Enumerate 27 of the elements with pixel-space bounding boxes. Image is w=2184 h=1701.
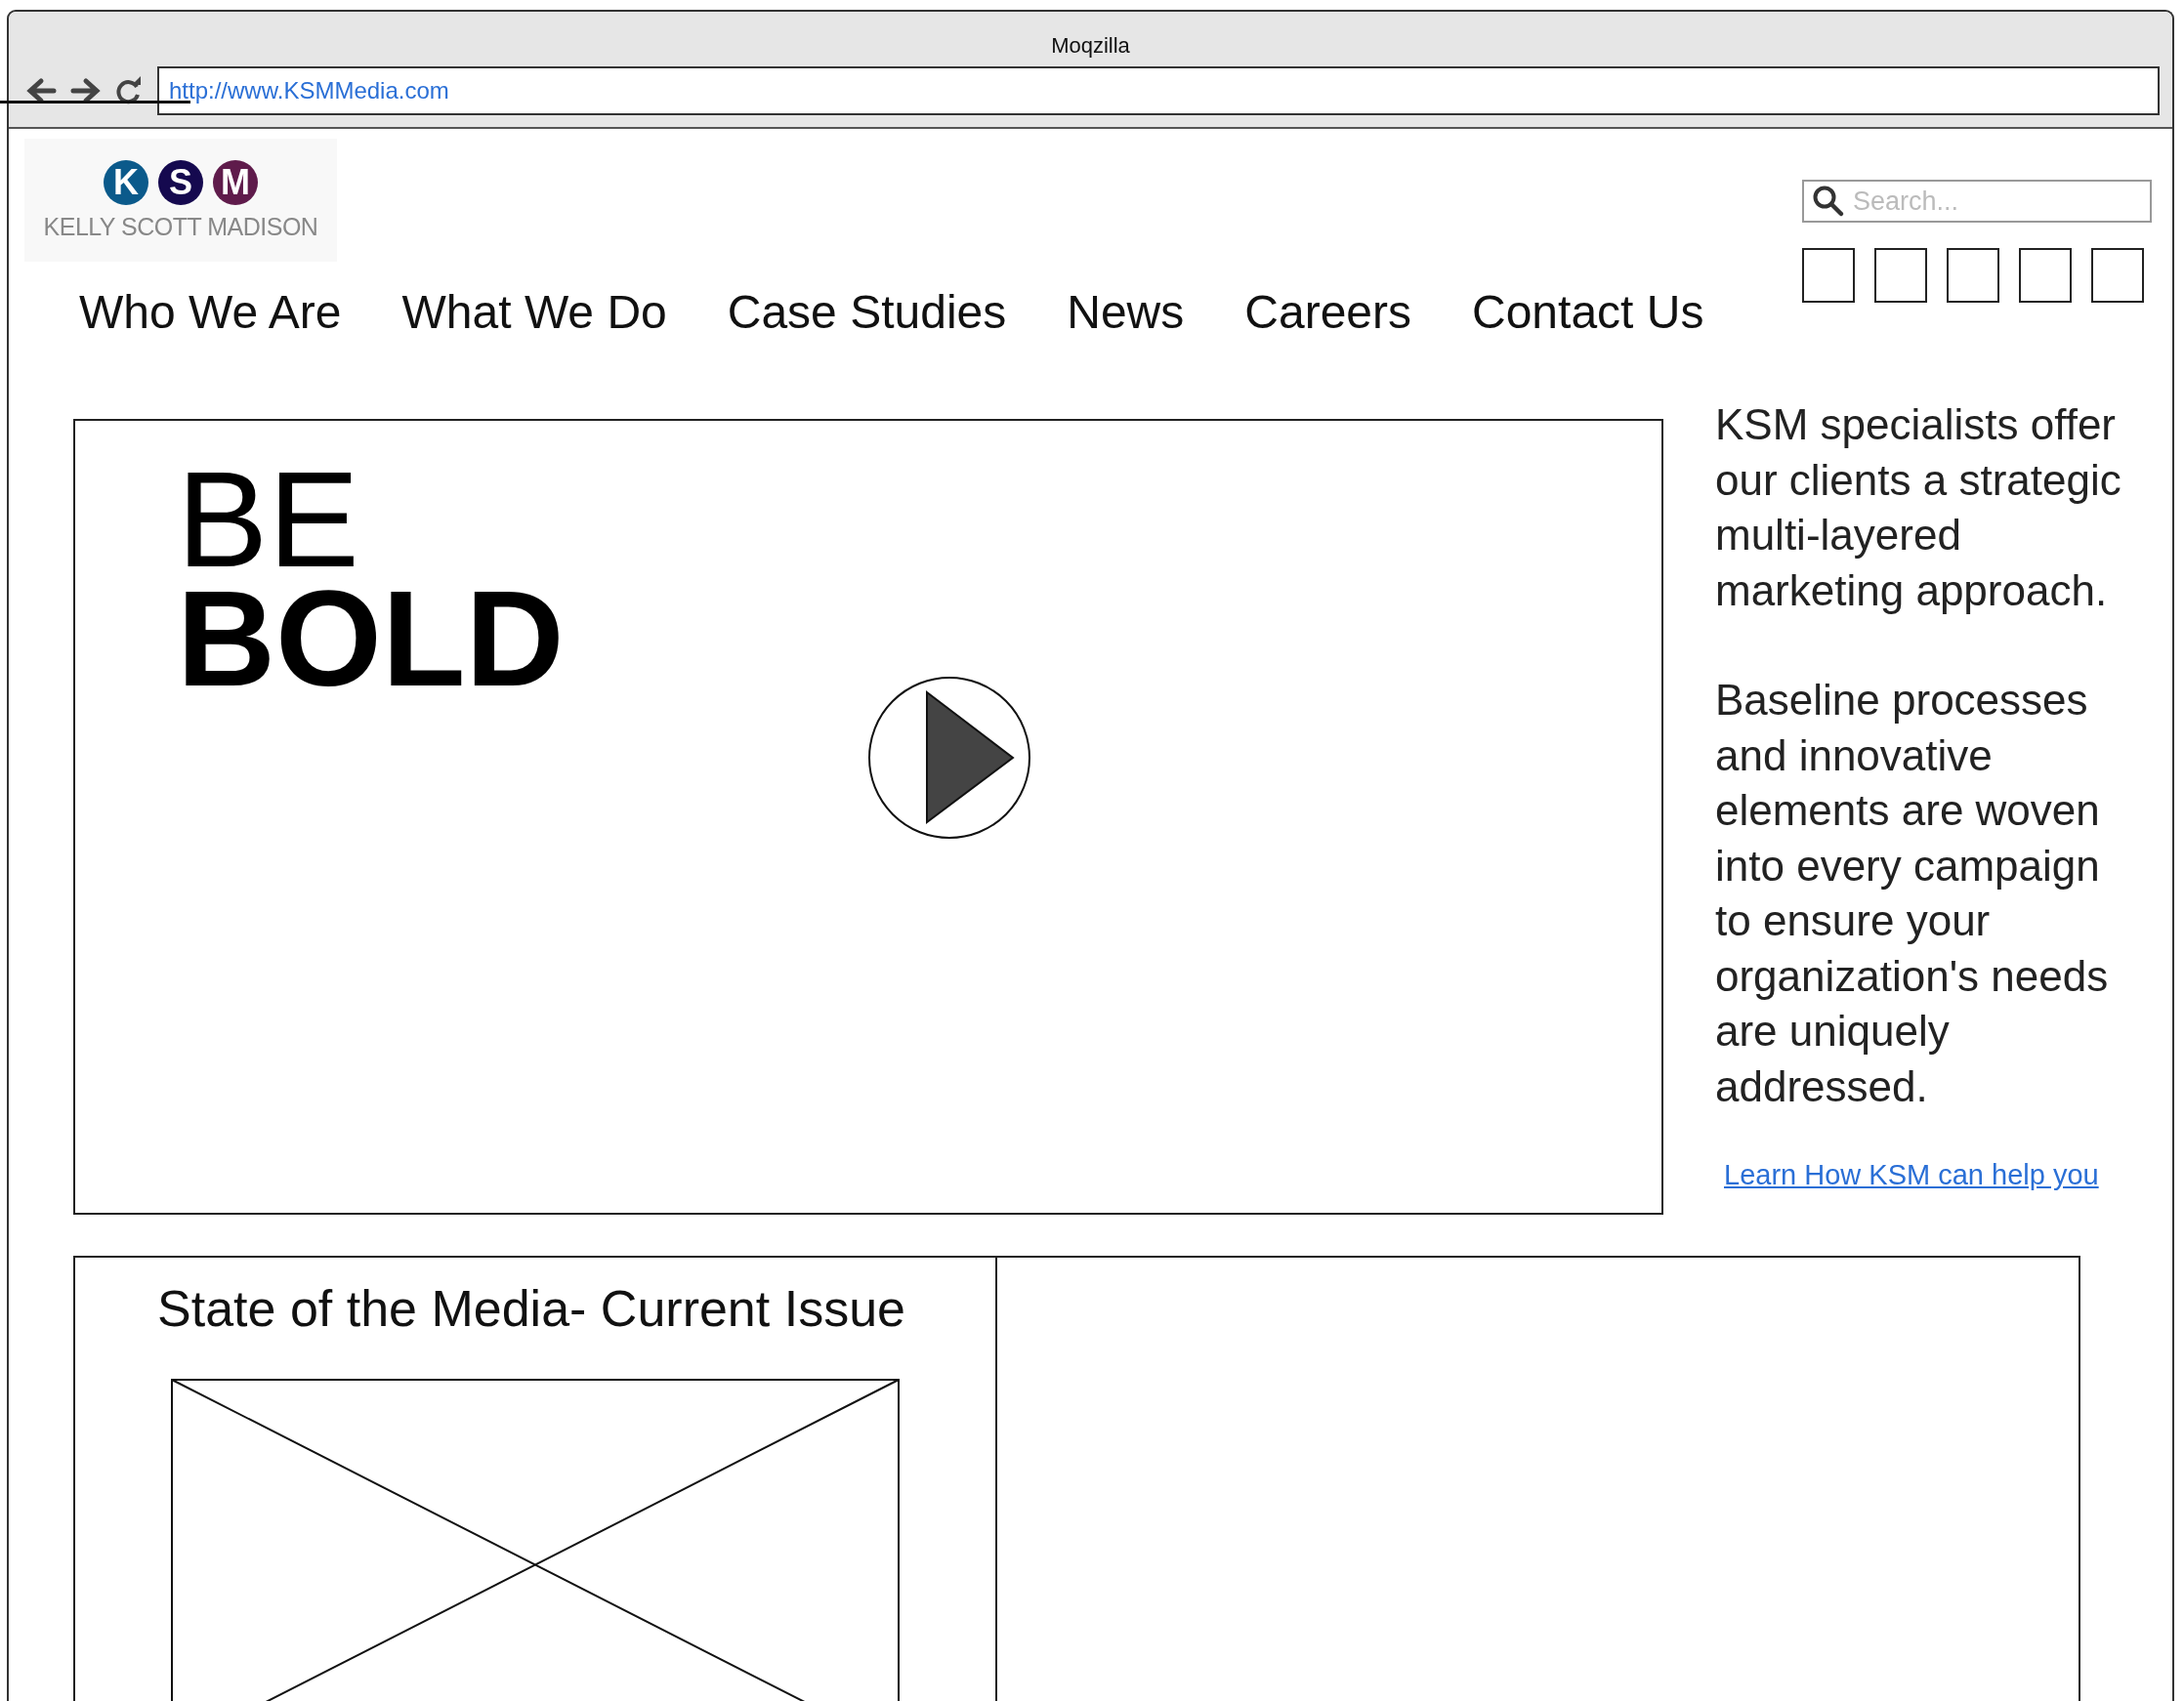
nav-link[interactable]: What We Do — [401, 285, 667, 339]
social-link-placeholder[interactable] — [2091, 248, 2144, 303]
nav-link[interactable]: Contact Us — [1472, 285, 1704, 339]
nav-link[interactable]: Case Studies — [727, 285, 1007, 339]
logo-letter: M — [213, 159, 258, 205]
social-link-placeholder[interactable] — [1947, 248, 1999, 303]
social-link-placeholder[interactable] — [2019, 248, 2072, 303]
learn-more-link[interactable]: Learn How KSM can help you — [1724, 1159, 2099, 1191]
search-field[interactable]: Search... — [1802, 180, 2152, 223]
url-field[interactable]: http://www.KSMMedia.com — [157, 66, 2160, 115]
window-title: Moqzilla — [1051, 33, 1130, 58]
body-paragraph: Baseline processes and innovative elements are woven into every campaign to ensure your organization's needs are uniquely addressed. — [1715, 675, 2110, 1112]
section-title: State of the Media- Current Issue — [156, 1279, 906, 1338]
nav-link[interactable]: News — [1067, 285, 1185, 339]
play-icon[interactable] — [866, 675, 1032, 841]
headline: BOLD — [177, 579, 565, 698]
logo-letter: S — [158, 159, 203, 205]
logo[interactable]: K S M KELLY SCOTT MADISON — [24, 139, 337, 262]
logo-text: KELLY SCOTT MADISON — [43, 212, 318, 241]
social-link-placeholder[interactable] — [1802, 248, 1855, 303]
social-link-placeholder[interactable] — [1874, 248, 1927, 303]
headline: BE — [177, 460, 359, 579]
nav-link[interactable]: Who We Are — [79, 285, 342, 339]
logo-letter: K — [104, 159, 148, 205]
body-paragraph: KSM specialists offer our clients a strategic multi-layered marketing approach. — [1715, 399, 2122, 616]
search-icon — [1812, 185, 1845, 218]
nav-link[interactable]: Careers — [1244, 285, 1411, 339]
